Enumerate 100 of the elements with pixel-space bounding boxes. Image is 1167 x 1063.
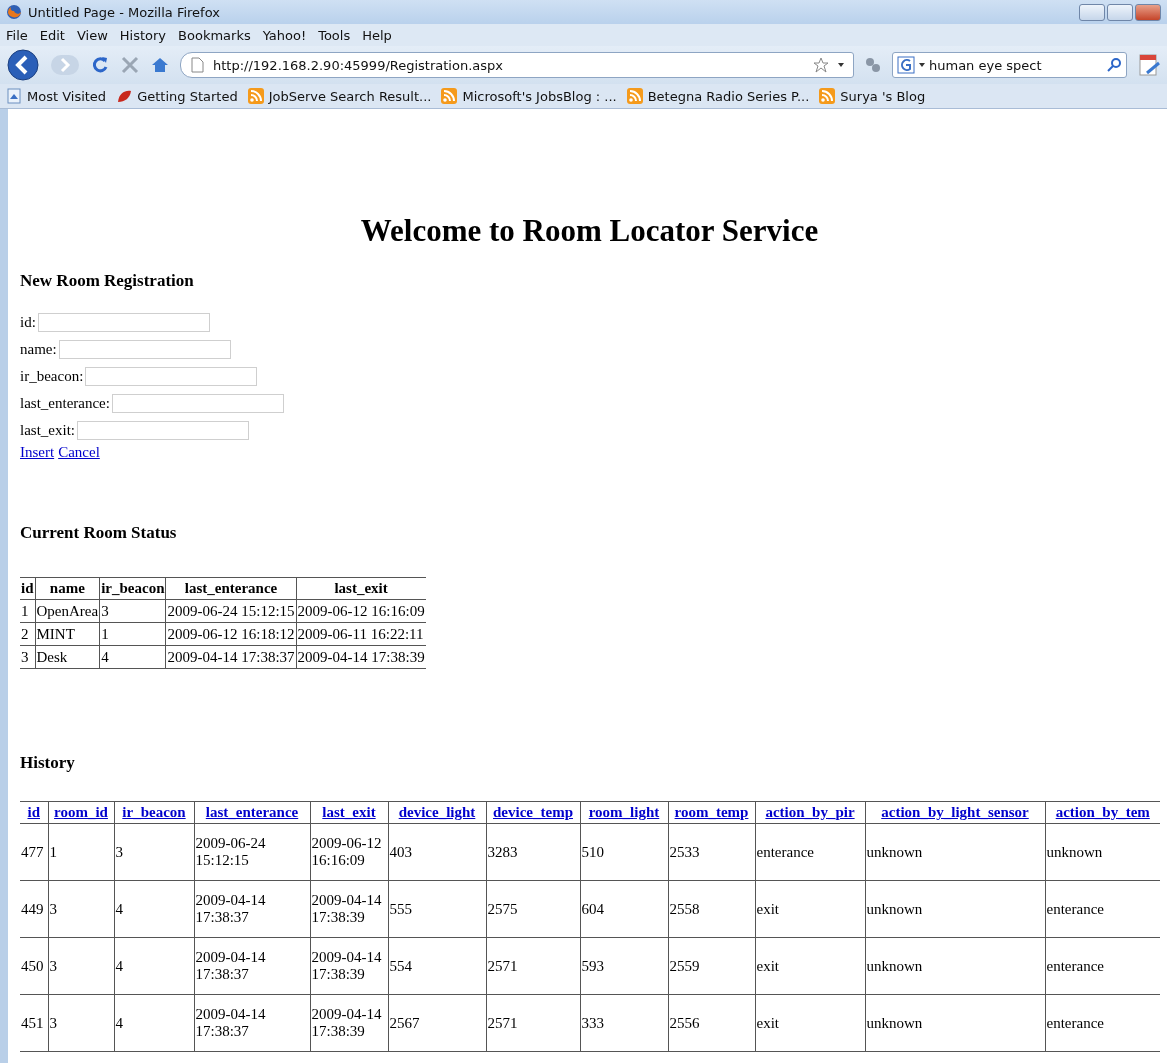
sort-link[interactable]: room_light xyxy=(588,804,660,820)
input-field[interactable] xyxy=(85,367,258,386)
menu-item[interactable]: Bookmarks xyxy=(178,27,251,43)
input-field[interactable] xyxy=(77,421,249,440)
back-button[interactable] xyxy=(6,48,40,82)
reload-button[interactable] xyxy=(90,55,110,75)
menu-item[interactable]: Tools xyxy=(318,27,351,43)
bookmark-item[interactable]: Betegna Radio Series P... xyxy=(626,88,810,104)
bookmark-item[interactable]: Getting Started xyxy=(116,88,238,104)
table-cell: exit xyxy=(755,937,865,995)
menu-item[interactable]: Yahoo! xyxy=(262,27,307,43)
menu-item[interactable]: Help xyxy=(362,27,392,43)
table-cell: unknown xyxy=(1045,823,1160,881)
sort-link[interactable]: action_by_pir xyxy=(765,804,855,820)
sort-link[interactable]: action_by_light_sensor xyxy=(881,804,1029,820)
sort-link[interactable]: last_enterance xyxy=(205,804,299,820)
table-cell: 3 xyxy=(48,994,114,1052)
sort-link[interactable]: device_light xyxy=(398,804,476,820)
bookmark-item[interactable]: Surya 's Blog xyxy=(819,88,926,104)
table-cell: 2558 xyxy=(668,880,755,938)
table-cell: unknown xyxy=(865,880,1045,938)
menu-item[interactable]: Edit xyxy=(39,27,65,43)
search-icon xyxy=(1106,57,1122,73)
table-cell: 2009-06-24 15:12:15 xyxy=(194,823,310,881)
minimize-button[interactable] xyxy=(1079,3,1105,21)
maximize-button[interactable] xyxy=(1107,3,1133,21)
field-label: last_enterance: xyxy=(20,395,110,412)
table-cell: 3 xyxy=(114,823,194,881)
bookmark-item[interactable]: Most Visited xyxy=(6,88,107,104)
search-engine-icon xyxy=(897,56,915,74)
search-text: human eye spect xyxy=(929,57,1043,73)
page-title: Welcome to Room Locator Service xyxy=(359,213,820,249)
notepad-icon xyxy=(1137,53,1161,77)
table-cell: 2009-04-14 17:38:37 xyxy=(194,994,310,1052)
action-link[interactable]: Insert xyxy=(20,444,55,461)
table-cell: 2009-04-14 17:38:39 xyxy=(296,645,426,669)
table-cell: exit xyxy=(755,880,865,938)
close-button[interactable] xyxy=(1135,3,1161,21)
forward-button[interactable] xyxy=(50,53,80,77)
section-heading: New Room Registration xyxy=(20,271,195,291)
sort-link[interactable]: action_by_tem xyxy=(1055,804,1150,820)
sort-link[interactable]: id xyxy=(27,804,40,820)
table-cell: Desk xyxy=(35,645,100,669)
browser-logo-icon xyxy=(6,4,22,20)
table-cell: 4 xyxy=(99,645,166,669)
table-cell: 3 xyxy=(20,645,35,669)
table-cell: exit xyxy=(755,994,865,1052)
section-heading: History xyxy=(20,753,76,773)
action-link[interactable]: Cancel xyxy=(58,444,100,461)
sort-link[interactable]: ir_beacon xyxy=(122,804,186,820)
table-cell: 333 xyxy=(580,994,668,1052)
table-cell: 2009-04-14 17:38:39 xyxy=(310,994,388,1052)
menu-item[interactable]: History xyxy=(119,27,167,43)
table-cell: 2009-06-12 16:16:09 xyxy=(296,599,426,623)
column-header: ir_beacon xyxy=(99,577,166,600)
address-text: http://192.168.2.90:45999/Registration.aspx xyxy=(213,57,504,73)
table-cell: 593 xyxy=(580,937,668,995)
column-header: id xyxy=(20,577,35,600)
field-label: name: xyxy=(20,341,57,358)
table-cell: 451 xyxy=(20,994,48,1052)
table-cell: enterance xyxy=(1045,880,1160,938)
column-header: last_exit xyxy=(296,577,426,600)
table-cell: unknown xyxy=(865,994,1045,1052)
section-heading: Current Room Status xyxy=(20,523,178,543)
stop-button[interactable] xyxy=(120,55,140,75)
sort-link[interactable]: room_temp xyxy=(674,804,749,820)
table-cell: enterance xyxy=(755,823,865,881)
table-cell: 2571 xyxy=(486,937,580,995)
table-cell: 4 xyxy=(114,937,194,995)
menu-item[interactable]: File xyxy=(6,27,28,43)
sort-link[interactable]: room_id xyxy=(54,804,108,820)
table-cell: 2009-04-14 17:38:37 xyxy=(194,937,310,995)
input-field[interactable] xyxy=(37,313,210,332)
star-icon xyxy=(813,57,829,73)
bookmark-item[interactable]: Microsoft's JobsBlog : ... xyxy=(441,88,617,104)
table-cell: 510 xyxy=(580,823,668,881)
dropdown-icon xyxy=(837,61,845,69)
input-field[interactable] xyxy=(111,394,284,413)
feed-icon xyxy=(819,88,836,104)
home-button[interactable] xyxy=(150,55,170,75)
table-cell: 2009-06-12 16:18:12 xyxy=(166,622,297,646)
table-cell: unknown xyxy=(865,823,1045,881)
leaf-icon xyxy=(116,88,133,104)
table-cell: 2009-04-14 17:38:37 xyxy=(194,880,310,938)
table-cell: 403 xyxy=(388,823,486,881)
sort-link[interactable]: device_temp xyxy=(493,804,573,820)
table-cell: 2533 xyxy=(668,823,755,881)
menu-item[interactable]: View xyxy=(76,27,108,43)
window-title: Untitled Page - Mozilla Firefox xyxy=(28,4,221,20)
input-field[interactable] xyxy=(58,340,231,359)
table-cell: 2009-06-12 16:16:09 xyxy=(310,823,388,881)
table-cell: 2 xyxy=(20,622,35,646)
bookmark-item[interactable]: JobServe Search Result... xyxy=(247,88,432,104)
column-header: name xyxy=(35,577,100,600)
address-field[interactable]: http://192.168.2.90:45999/Registration.aspx xyxy=(180,52,854,78)
table-cell: 3 xyxy=(48,880,114,938)
table-cell: 604 xyxy=(580,880,668,938)
field-label: last_exit: xyxy=(20,422,75,439)
sort-link[interactable]: last_exit xyxy=(322,804,376,820)
search-field[interactable]: human eye spect xyxy=(892,52,1127,78)
